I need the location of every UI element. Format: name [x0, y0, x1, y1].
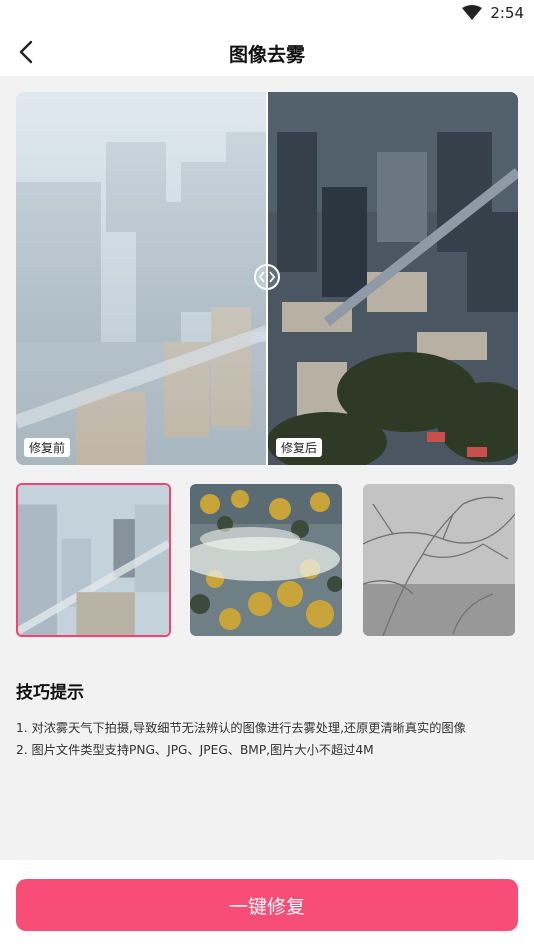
compare-slider-icon — [259, 271, 275, 283]
tip-line-2: 2. 图片文件类型支持PNG、JPG、JPEG、BMP,图片大小不超过4M — [16, 743, 374, 757]
status-time: 2:54 — [490, 4, 524, 22]
status-icons: 2:54 — [462, 4, 524, 22]
tip-line-1: 1. 对浓雾天气下拍摄,导致细节无法辨认的图像进行去雾处理,还原更清晰真实的图像 — [16, 721, 466, 735]
page-title: 图像去雾 — [228, 44, 305, 66]
wifi-icon — [462, 5, 483, 20]
one-click-repair-button[interactable]: 一键修复 — [16, 879, 518, 931]
after-image — [267, 92, 518, 465]
after-label: 修复后 — [276, 438, 323, 457]
sample-thumbnails — [16, 483, 518, 637]
status-bar: 2:54 — [0, 0, 534, 30]
thumbnail-hazy-city[interactable] — [16, 483, 171, 637]
thumbnail-foggy-branches[interactable] — [363, 484, 515, 636]
bottom-action-bar: 一键修复 — [0, 860, 534, 949]
app-header: 图像去雾 — [0, 30, 534, 76]
tips-title: 技巧提示 — [16, 683, 84, 703]
before-after-comparison[interactable]: 修复前 修复后 — [16, 92, 518, 465]
dehaze-screen: 2:54 图像去雾 修复前 修复后 技巧提示 1. 对浓雾天气下拍摄,导致细节无… — [0, 0, 534, 949]
before-label: 修复前 — [24, 438, 71, 457]
thumbnail-foggy-forest[interactable] — [190, 484, 342, 636]
before-image — [16, 92, 267, 465]
compare-slider-handle[interactable] — [254, 264, 280, 290]
